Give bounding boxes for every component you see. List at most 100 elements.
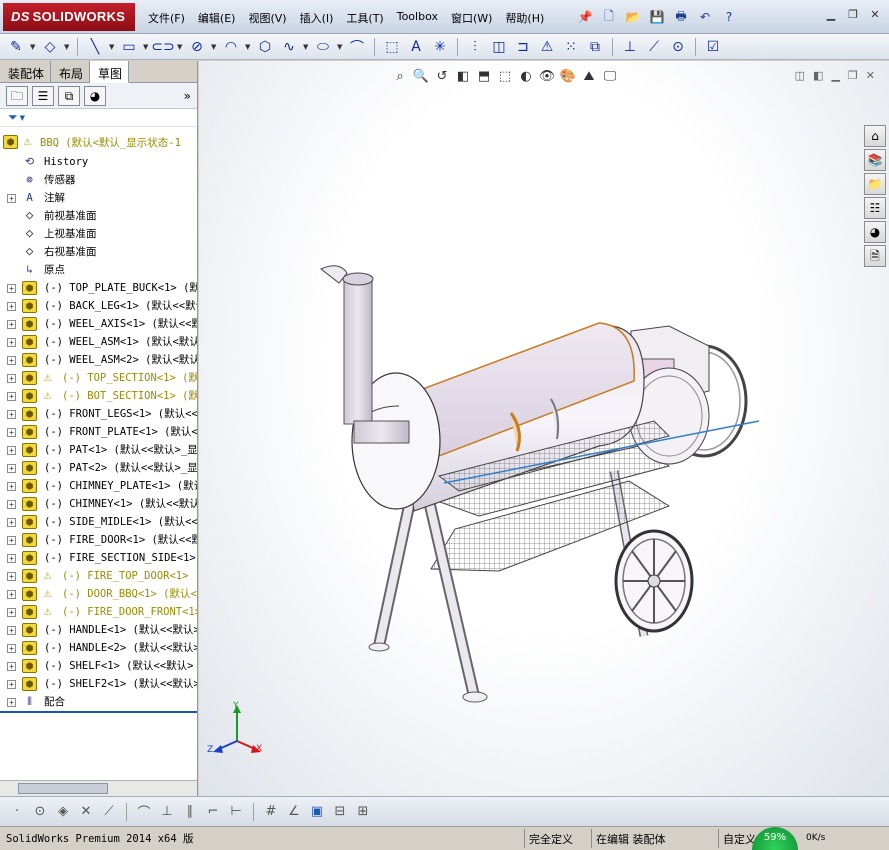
tree-item[interactable]: + ⬢ (-) WEEL_ASM<2> (默认<默认 [0,351,197,369]
parallel-snap-icon[interactable]: ∥ [181,803,199,821]
expand-icon[interactable]: + [7,536,16,545]
tab-sketch[interactable]: 草图 [90,61,130,83]
offset-icon[interactable]: ⊐ [513,38,533,56]
polygon-icon[interactable]: ⬡ [255,38,275,56]
mirror-icon[interactable]: ⚠ [537,38,557,56]
chevron-down-icon[interactable]: ▼ [64,43,70,51]
expand-icon[interactable]: + [7,446,16,455]
property-manager-icon[interactable]: ☰ [32,85,54,106]
tree-item[interactable]: + ⬢ ⚠ (-) FIRE_DOOR_FRONT<1> [0,603,197,621]
point-icon[interactable]: ✳ [430,38,450,56]
expand-icon[interactable]: + [7,680,16,689]
open-folder-icon[interactable]: 📂 [624,8,642,26]
tree-item[interactable]: + ⬢ (-) SHELF2<1> (默认<<默认> [0,675,197,693]
nearest-snap-icon[interactable]: ⟋ [100,803,118,821]
smart-dimension-icon[interactable]: ◇ [40,38,60,56]
expand-icon[interactable]: + [7,572,16,581]
tree-item[interactable]: + ⬢ ⚠ (-) DOOR_BBQ<1> (默认<<默 [0,585,197,603]
expand-icon[interactable]: + [7,284,16,293]
expand-icon[interactable]: + [7,518,16,527]
solidworks-logo[interactable]: DS SOLIDWORKS [3,3,135,31]
filter-icon[interactable]: ⏷ [8,110,18,125]
bbq-model[interactable] [199,61,889,796]
expand-icon[interactable]: + [7,320,16,329]
linear-pattern-icon[interactable]: ⁙ [561,38,581,56]
tab-assembly[interactable]: 装配体 [0,61,52,83]
tree-item[interactable]: ↳ 原点 [0,261,197,279]
tree-item[interactable]: + ⬢ (-) HANDLE<1> (默认<<默认> [0,621,197,639]
tree-item[interactable]: + ⬢ ⚠ (-) BOT_SECTION<1> (默认 [0,387,197,405]
tree-root[interactable]: ⬢ ⚠ BBQ (默认<默认_显示状态-1 [0,133,197,153]
print-icon[interactable]: 🖶 [672,8,690,26]
chevron-down-icon[interactable]: ▼ [303,43,309,51]
tree-item[interactable]: + ⬢ (-) FRONT_LEGS<1> (默认<< [0,405,197,423]
menu-view[interactable]: 视图(V) [248,10,286,26]
chevron-down-icon[interactable]: ▼ [109,43,115,51]
expand-icon[interactable]: + [7,626,16,635]
chevron-down-icon[interactable]: ▼ [30,43,36,51]
circle-icon[interactable]: ⊘ [187,38,207,56]
expand-icon[interactable]: + [7,392,16,401]
rapid-sketch-icon[interactable]: ☑ [703,38,723,56]
horizontal-vertical-icon[interactable]: ⌐ [204,803,222,821]
scrollbar-thumb[interactable] [18,783,108,794]
tree-item[interactable]: + ⬢ (-) SIDE_MIDLE<1> (默认<< [0,513,197,531]
close-icon[interactable]: ✕ [867,8,883,22]
tree-item[interactable]: + ⬢ (-) FRONT_PLATE<1> (默认<< [0,423,197,441]
tree-item[interactable]: + ⬢ (-) WEEL_ASM<1> (默认<默认 [0,333,197,351]
chevron-down-icon[interactable]: ▼ [337,43,343,51]
grid-icon[interactable]: # [262,803,280,821]
tree-item[interactable]: + ⦀ 配合 [0,693,197,711]
expand-icon[interactable]: + [7,608,16,617]
angle-snap-icon[interactable]: ∠ [285,803,303,821]
convert-entities-icon[interactable]: ◫ [489,38,509,56]
tree-item[interactable]: + ⬢ (-) HANDLE<2> (默认<<默认> [0,639,197,657]
tree-item[interactable]: + ⬢ (-) PAT<2> (默认<<默认>_显 [0,459,197,477]
tree-item[interactable]: + ⬢ (-) PAT<1> (默认<<默认>_显 [0,441,197,459]
expand-icon[interactable]: + [7,464,16,473]
expand-icon[interactable]: + [7,482,16,491]
tree-item[interactable]: + ⬢ (-) SHELF<1> (默认<<默认> [0,657,197,675]
tree-item[interactable]: ◇ 右视基准面 [0,243,197,261]
restore-icon[interactable]: ❐ [845,8,861,22]
center-snap-icon[interactable]: ⊙ [31,803,49,821]
save-icon[interactable]: 💾 [648,8,666,26]
slot-icon[interactable]: ⊂⊃ [151,38,174,56]
tree-item[interactable]: ⊚ 传感器 [0,171,197,189]
expand-icon[interactable]: + [7,374,16,383]
tree-item[interactable]: + ⬢ (-) CHIMNEY_PLATE<1> (默认 [0,477,197,495]
repair-sketch-icon[interactable]: ⟋ [644,38,664,56]
shaded-view-icon[interactable]: ▣ [308,803,326,821]
expand-icon[interactable]: + [7,338,16,347]
sketch-icon[interactable]: ✎ [6,38,26,56]
graphics-area[interactable]: ⌕ 🔍 ↺ ◧ ⬒ ⬚ ◐ 👁 🎨 ⛰ 🖵 ◫ ◧ ▁ ❐ ✕ ⌂ 📚 📁 ☷ … [199,61,889,796]
chevron-down-icon[interactable]: ▼ [143,43,149,51]
tree-filter[interactable]: ⏷ ▼ [0,109,197,127]
menu-insert[interactable]: 插入(I) [300,10,334,26]
configuration-manager-icon[interactable]: ⧉ [58,85,80,106]
expand-icon[interactable]: + [7,428,16,437]
chevron-down-icon[interactable]: ▼ [245,43,251,51]
minimize-icon[interactable]: ▁ [823,8,839,22]
expand-icon[interactable]: + [7,194,16,203]
tree-item[interactable]: ⟲ History [0,153,197,171]
tree-item[interactable]: + ⬢ (-) FIRE_SECTION_SIDE<1> [0,549,197,567]
help-icon[interactable]: ? [720,8,738,26]
move-entities-icon[interactable]: ⧉ [585,38,605,56]
expand-icon[interactable]: + [7,698,16,707]
point-snap-icon[interactable]: · [8,803,26,821]
tree-item[interactable]: ◇ 前视基准面 [0,207,197,225]
quick-snaps-icon[interactable]: ⊙ [668,38,688,56]
horizontal-scrollbar[interactable] [0,780,197,796]
view-split-icon[interactable]: ⊟ [331,803,349,821]
feature-manager-icon[interactable]: 🗀 [6,85,28,106]
tab-layout[interactable]: 布局 [51,61,91,83]
expand-icon[interactable]: + [7,554,16,563]
menu-file[interactable]: 文件(F) [148,10,185,26]
expand-icon[interactable]: + [7,302,16,311]
menu-tools[interactable]: 工具(T) [346,10,383,26]
text-icon[interactable]: A [406,38,426,56]
quadrant-snap-icon[interactable]: ◈ [54,803,72,821]
fillet-icon[interactable]: ⌒ [347,38,367,56]
display-relations-icon[interactable]: ⊥ [620,38,640,56]
